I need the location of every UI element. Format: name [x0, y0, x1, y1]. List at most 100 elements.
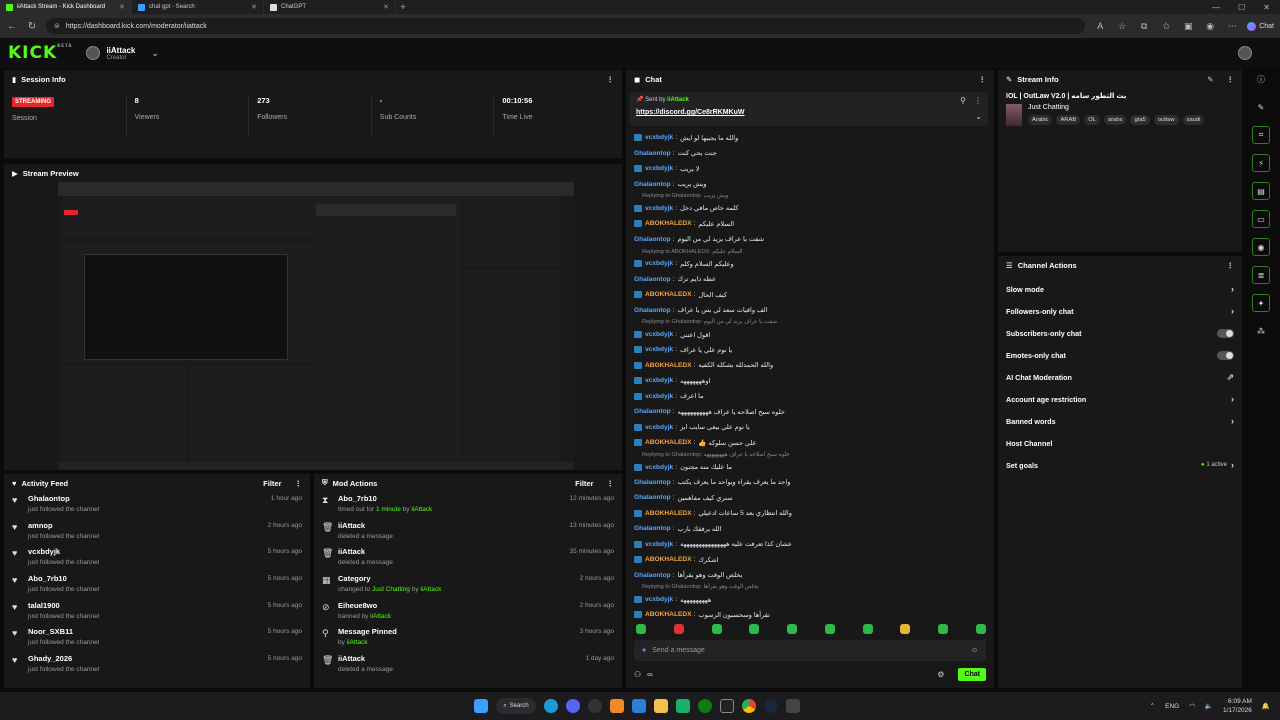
tag-chip[interactable]: Arabic — [1028, 115, 1053, 125]
minimize-icon[interactable]: — — [1212, 3, 1220, 12]
chat-username[interactable]: Ghalaontop — [634, 181, 671, 188]
obs-icon[interactable] — [588, 699, 602, 713]
chat-username[interactable]: vcxbdyjk — [645, 331, 673, 338]
browser-tab[interactable]: iiAttack Stream - Kick Dashboard ✕ — [0, 0, 132, 14]
favorite-icon[interactable]: ☆ — [1115, 21, 1129, 32]
chat-message[interactable]: ABOKHALEDX: والله الحمدلله بشكله الكفيه — [634, 358, 988, 373]
chat-message[interactable]: ABOKHALEDX: كيف الحال — [634, 287, 988, 302]
channel-action-item[interactable]: Subscribers-only chat — [998, 322, 1242, 344]
chat-username[interactable]: ABOKHALEDX — [645, 611, 692, 618]
close-tab-icon[interactable]: ✕ — [119, 3, 125, 11]
chat-message[interactable]: ABOKHALEDX: علي حسن سلوكه 👍 — [634, 435, 988, 450]
chat-username[interactable]: ABOKHALEDX — [645, 510, 692, 517]
chat-username[interactable]: ABOKHALEDX — [645, 556, 692, 563]
mod-action-title[interactable]: iiAttack — [338, 547, 570, 556]
chat-message[interactable]: Ghalaontop: يخلص الوقت وهو يقرأها — [634, 567, 988, 582]
pinned-message[interactable]: 📌 Sent by iiAttack https://discord.gg/Ce… — [630, 92, 988, 126]
chevron-right-icon[interactable]: › — [1231, 416, 1234, 426]
chat-username[interactable]: vcxbdyjk — [645, 165, 673, 172]
chevron-down-icon[interactable]: ⌄ — [975, 112, 982, 121]
activity-username[interactable]: vcxbdyjk — [28, 547, 268, 556]
chat-username[interactable]: vcxbdyjk — [645, 393, 673, 400]
chat-username[interactable]: Ghalaontop — [634, 408, 671, 415]
chevron-right-icon[interactable]: › — [1231, 460, 1234, 470]
chat-message[interactable]: vcxbdyjk: وعليكم السلام وكلم — [634, 256, 988, 271]
chat-message[interactable]: Ghalaontop: خلوه سبح اصلاحه يا عراف ههههه… — [634, 404, 988, 419]
chat-username[interactable]: Ghalaontop — [634, 236, 671, 243]
chat-message[interactable]: vcxbdyjk: هههههههههه — [634, 592, 988, 607]
emote-icon[interactable] — [938, 624, 949, 634]
channel-action-item[interactable]: AI Chat Moderation ⇗ — [998, 366, 1242, 388]
wrench-icon[interactable]: ✦ — [1252, 294, 1270, 312]
maximize-icon[interactable]: ☐ — [1238, 3, 1245, 12]
chat-username[interactable]: Ghalaontop — [634, 479, 671, 486]
chat-username[interactable]: Ghalaontop — [634, 525, 671, 532]
chat-username[interactable]: ABOKHALEDX — [645, 439, 692, 446]
settings-icon[interactable]: ⚙ — [937, 670, 944, 679]
chat-message[interactable]: ABOKHALEDX: السلام عليكم — [634, 216, 988, 231]
tag-chip[interactable]: ARAB — [1056, 115, 1081, 125]
app-green-icon[interactable] — [676, 699, 690, 713]
chat-username[interactable]: Ghalaontop — [634, 572, 671, 579]
chrome-icon[interactable] — [742, 699, 756, 713]
chat-message[interactable]: ABOKHALEDX: تقرأها وسحسبون الرسوب — [634, 607, 988, 620]
emote-icon[interactable] — [711, 624, 722, 634]
channel-action-item[interactable]: Banned words › — [998, 410, 1242, 432]
language-indicator[interactable]: ENG — [1165, 703, 1179, 710]
list-icon[interactable]: ≣ — [1252, 266, 1270, 284]
chat-username[interactable]: vcxbdyjk — [645, 346, 673, 353]
chat-message[interactable]: Ghalaontop: سنري كيف مفاهمين — [634, 490, 988, 505]
chat-message[interactable]: vcxbdyjk: ما اعرف — [634, 389, 988, 404]
url-field[interactable]: ⊜ https://dashboard.kick.com/moderator/i… — [46, 18, 1086, 34]
chat-message[interactable]: Ghalaontop: الله يرفقك بارب — [634, 521, 988, 536]
more-icon[interactable]: ⋯ — [1225, 21, 1239, 32]
external-link-icon[interactable]: ⇗ — [1226, 372, 1234, 383]
edit-icon[interactable]: ✎ — [1207, 75, 1213, 84]
channel-action-item[interactable]: Emotes-only chat — [998, 344, 1242, 366]
activity-username[interactable]: Abo_7rb10 — [28, 574, 268, 583]
channel-switcher[interactable]: iiAttack Creator ⌄ — [86, 46, 159, 61]
chat-username[interactable]: vcxbdyjk — [645, 424, 673, 431]
chevron-right-icon[interactable]: › — [1231, 284, 1234, 294]
chat-username[interactable]: vcxbdyjk — [645, 596, 673, 603]
favorites-bar-icon[interactable]: ✩ — [1159, 21, 1173, 32]
xbox-icon[interactable] — [698, 699, 712, 713]
wifi-icon[interactable]: ◠ — [1189, 702, 1195, 710]
emote-icon[interactable] — [636, 624, 646, 634]
mic-icon[interactable]: ● — [642, 647, 646, 654]
volume-icon[interactable]: 🔈 — [1205, 702, 1213, 710]
tag-chip[interactable]: outlaw — [1153, 115, 1179, 125]
profile-icon[interactable]: ◉ — [1203, 21, 1217, 32]
mod-action-title[interactable]: iiAttack — [338, 521, 570, 530]
emote-icon[interactable] — [900, 624, 911, 634]
chat-username[interactable]: vcxbdyjk — [645, 260, 673, 267]
mail-icon[interactable] — [632, 699, 646, 713]
browser-tab[interactable]: chat gpt - Search ✕ — [132, 0, 264, 14]
chat-message[interactable]: vcxbdyjk: والله ما يجيبها لو ايش — [634, 130, 988, 145]
mod-action-title[interactable]: Category — [338, 574, 580, 583]
activity-username[interactable]: amnop — [28, 521, 268, 530]
toggle-switch[interactable] — [1217, 328, 1234, 338]
site-info-icon[interactable]: ⊜ — [54, 22, 60, 30]
notification-icon[interactable]: 🔔 — [1262, 702, 1270, 710]
document-icon[interactable]: ▤ — [1252, 182, 1270, 200]
read-aloud-icon[interactable]: A — [1093, 21, 1107, 31]
chat-username[interactable]: ABOKHALEDX — [645, 220, 692, 227]
activity-username[interactable]: Ghady_2026 — [28, 654, 268, 663]
chat-message[interactable]: Ghalaontop: ويش يريب — [634, 176, 988, 191]
clip-icon[interactable]: ⌗ — [1252, 126, 1270, 144]
chat-message[interactable]: Ghalaontop: الف واقيات سعد لي بس يا عراف — [634, 302, 988, 317]
activity-username[interactable]: Noor_SXB11 — [28, 627, 268, 636]
emote-icon[interactable] — [824, 624, 835, 634]
channel-action-item[interactable]: Set goals ● 1 active › — [998, 454, 1242, 476]
chat-username[interactable]: vcxbdyjk — [645, 464, 673, 471]
message-icon[interactable]: ▭ — [1252, 210, 1270, 228]
emote-icon[interactable] — [975, 624, 986, 634]
extensions-icon[interactable]: ⧉ — [1137, 21, 1151, 32]
close-tab-icon[interactable]: ✕ — [383, 3, 389, 11]
tag-chip[interactable]: saudi — [1182, 115, 1205, 125]
filter-button[interactable]: Filter — [575, 479, 593, 488]
chat-username[interactable]: Ghalaontop — [634, 307, 671, 314]
mod-action-title[interactable]: Abo_7rb10 — [338, 494, 570, 503]
kick-logo[interactable]: KICKBETA — [8, 43, 72, 63]
